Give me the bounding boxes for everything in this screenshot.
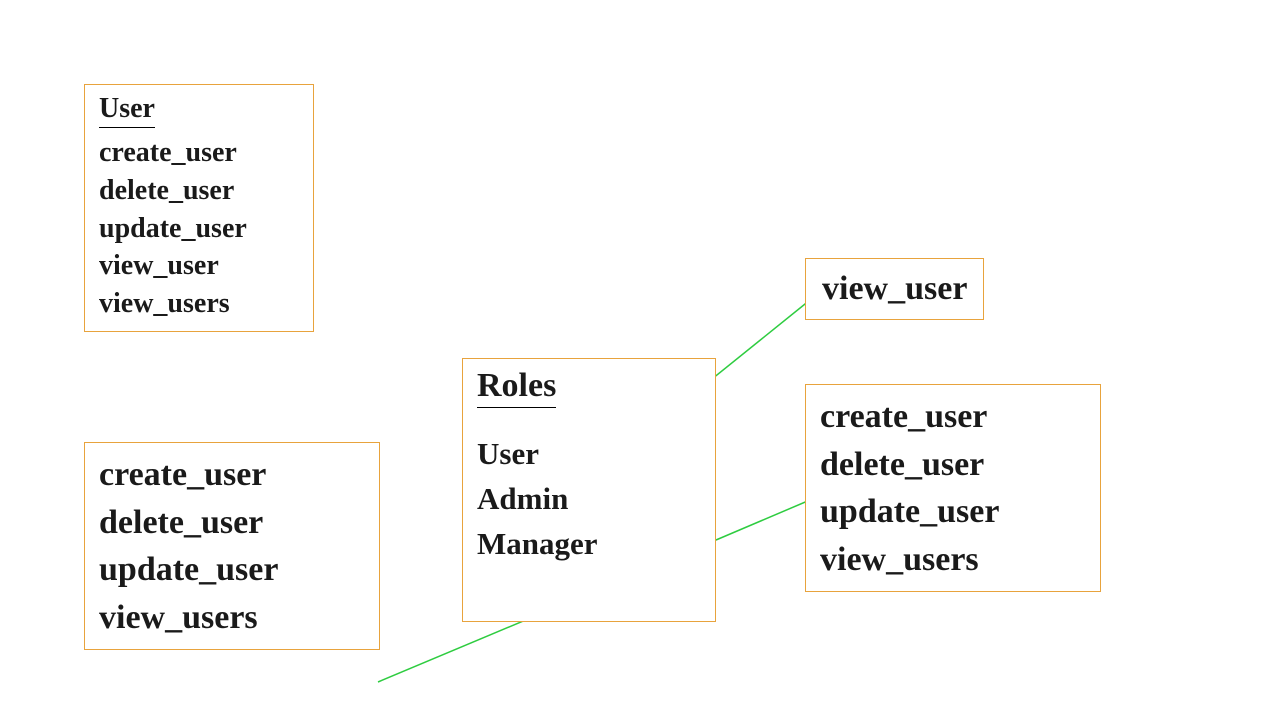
user-perm-item: delete_user [99,172,299,210]
roles-box: Roles User Admin Manager [462,358,716,622]
user-box-title: User [99,93,155,128]
admin-perm-item: delete_user [820,441,1086,489]
manager-perm-item: update_user [99,546,365,594]
user-permissions-box: User create_user delete_user update_user… [84,84,314,332]
role-item-user: User [477,432,701,477]
role-item-admin: Admin [477,477,701,522]
connector-admin-to-adminperms [716,500,810,540]
role-item-manager: Manager [477,522,701,567]
roles-box-title: Roles [477,367,556,408]
user-perm-item: create_user [99,134,299,172]
user-perm-item: update_user [99,210,299,248]
admin-perm-item: view_users [820,536,1086,584]
admin-permissions-box: create_user delete_user update_user view… [805,384,1101,592]
view-user-perm-box: view_user [805,258,984,320]
admin-perm-item: update_user [820,488,1086,536]
manager-perm-item: delete_user [99,499,365,547]
manager-permissions-box: create_user delete_user update_user view… [84,442,380,650]
view-user-perm-item: view_user [822,265,967,313]
manager-perm-item: view_users [99,594,365,642]
user-perm-item: view_user [99,247,299,285]
admin-perm-item: create_user [820,393,1086,441]
manager-perm-item: create_user [99,451,365,499]
user-perm-item: view_users [99,285,299,323]
